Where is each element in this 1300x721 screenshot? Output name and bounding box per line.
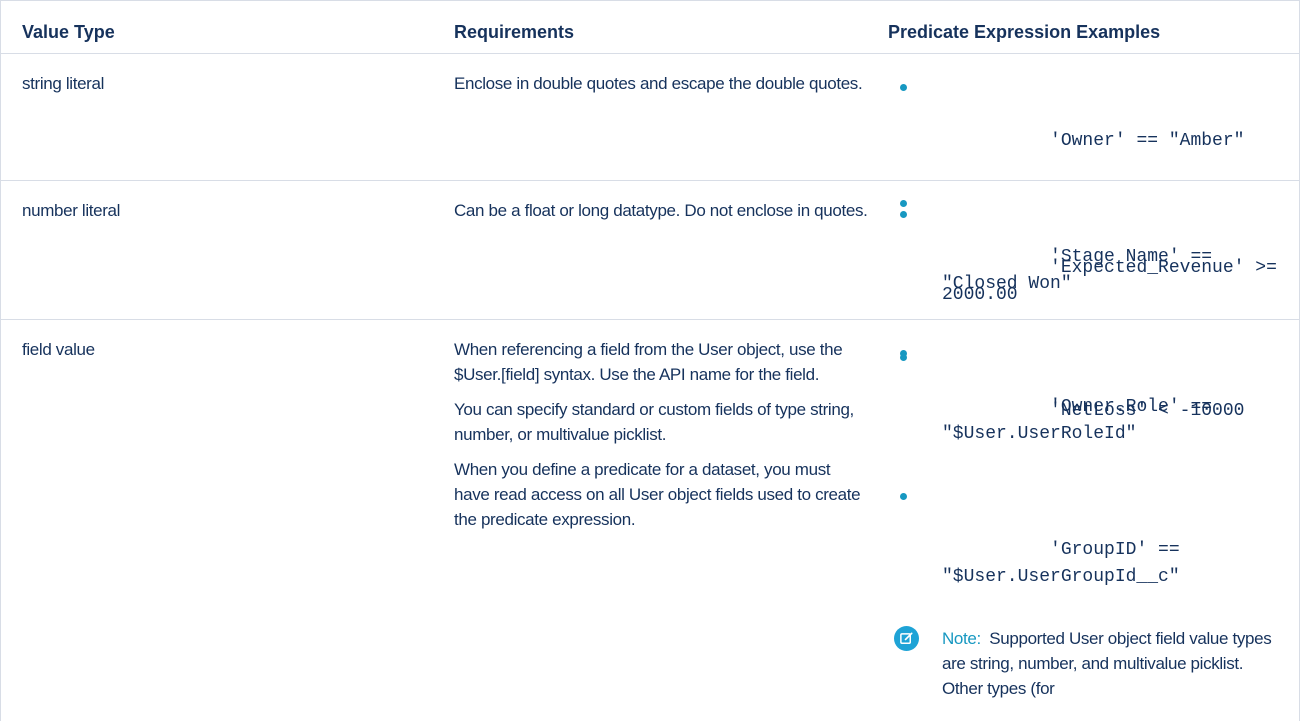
table-row: string literal Enclose in double quotes … <box>1 54 1299 294</box>
value-type-cell: number literal <box>22 201 121 220</box>
code-example: 'GroupID' == "$User.UserGroupId__c" <box>942 540 1191 587</box>
code-example: 'Expected_Revenue' >= 2000.00 <box>942 258 1288 305</box>
header-requirements: Requirements <box>454 22 575 42</box>
requirements-cell: Enclose in double quotes and escape the … <box>433 54 870 180</box>
list-item: 'Expected_Revenue' >= 2000.00 <box>888 201 1285 336</box>
requirements-paragraph: Can be a float or long datatype. Do not … <box>454 201 868 220</box>
value-type-cell: field value <box>22 340 95 359</box>
note-callout: Note: Supported User object field value … <box>888 626 1285 701</box>
edit-note-icon <box>894 626 919 651</box>
code-example: 'Owner' == "Amber" <box>1050 131 1245 151</box>
header-examples: Predicate Expression Examples <box>888 22 1161 42</box>
bullet-icon <box>900 84 907 91</box>
note-text: Supported User object field value types … <box>942 629 1272 698</box>
header-value-type: Value Type <box>22 22 115 42</box>
list-item: 'Owner.Role' == "$User.UserRoleId" <box>888 340 1285 475</box>
requirements-paragraph: Enclose in double quotes and escape the … <box>454 74 863 93</box>
bullet-icon <box>900 211 907 218</box>
examples-cell: 'Owner' == "Amber" 'Stage Name' == "Clos… <box>870 54 1299 294</box>
table-row: number literal Can be a float or long da… <box>1 181 1299 421</box>
list-item: 'Owner' == "Amber" <box>888 74 1285 182</box>
examples-list: 'Owner.Role' == "$User.UserRoleId" 'Grou… <box>888 340 1285 618</box>
note-label: Note: <box>942 629 981 648</box>
requirements-paragraph: When you define a predicate for a datase… <box>454 460 861 529</box>
table-header-row: Value Type Requirements Predicate Expres… <box>1 1 1299 54</box>
list-item: 'GroupID' == "$User.UserGroupId__c" <box>888 483 1285 618</box>
predicate-value-types-table: Value Type Requirements Predicate Expres… <box>0 0 1300 721</box>
examples-cell: 'Expected_Revenue' >= 2000.00 'NetLoss' … <box>870 181 1299 421</box>
requirements-cell: Can be a float or long datatype. Do not … <box>433 181 870 319</box>
requirements-cell: When referencing a field from the User o… <box>433 320 870 721</box>
requirements-paragraph: When referencing a field from the User o… <box>454 340 843 384</box>
bullet-icon <box>900 350 907 357</box>
bullet-icon <box>900 493 907 500</box>
requirements-paragraph: You can specify standard or custom field… <box>454 400 854 444</box>
examples-cell: 'Owner.Role' == "$User.UserRoleId" 'Grou… <box>870 320 1299 721</box>
value-type-cell: string literal <box>22 74 105 93</box>
code-example: 'Owner.Role' == "$User.UserRoleId" <box>942 397 1223 444</box>
table-row: field value When referencing a field fro… <box>1 320 1299 721</box>
